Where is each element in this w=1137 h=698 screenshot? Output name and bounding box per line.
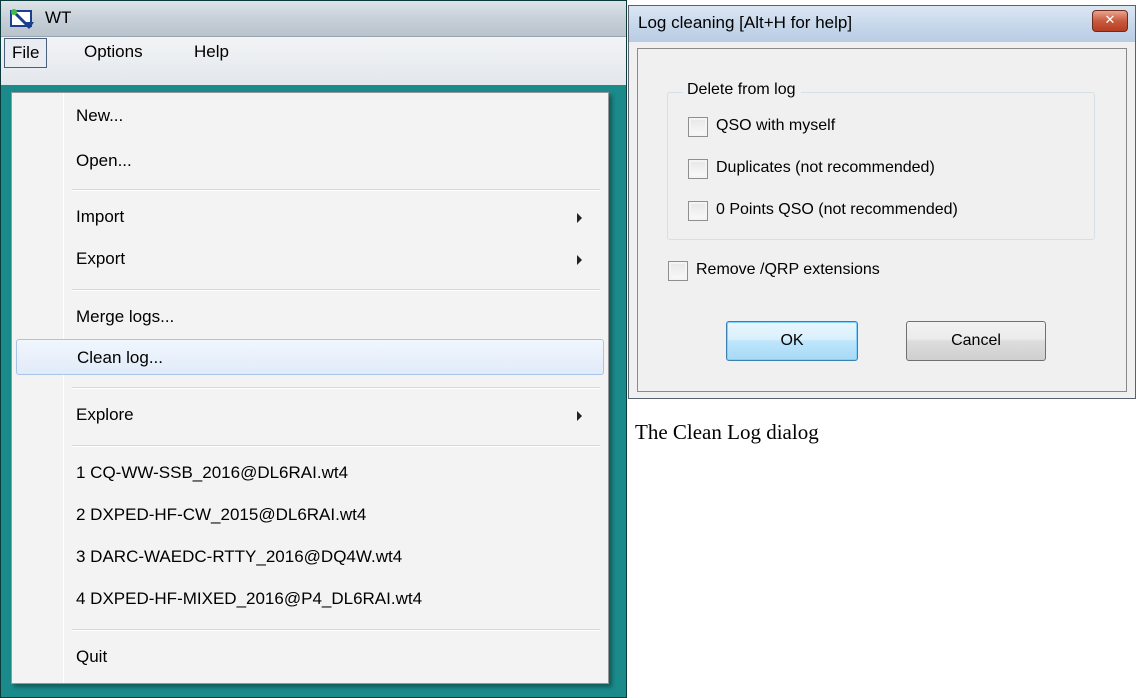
checkbox-label: 0 Points QSO (not recommended)	[716, 201, 958, 218]
menu-item-recent-4[interactable]: 4 DXPED-HF-MIXED_2016@P4_DL6RAI.wt4	[16, 581, 604, 617]
menu-item-recent-1[interactable]: 1 CQ-WW-SSB_2016@DL6RAI.wt4	[16, 455, 604, 491]
menu-item-import[interactable]: Import	[16, 199, 604, 235]
menu-item-clean-log[interactable]: Clean log...	[16, 339, 604, 375]
log-cleaning-dialog: Log cleaning [Alt+H for help] ✕ Delete f…	[628, 5, 1136, 399]
menu-item-label: Merge logs...	[76, 307, 175, 326]
checkbox-icon[interactable]	[688, 159, 708, 179]
menu-item-label: New...	[76, 106, 124, 125]
menu-item-new[interactable]: New...	[16, 98, 604, 134]
menu-item-recent-3[interactable]: 3 DARC-WAEDC-RTTY_2016@DQ4W.wt4	[16, 539, 604, 575]
submenu-arrow-icon	[577, 213, 582, 223]
checkbox-icon[interactable]	[668, 261, 688, 281]
dialog-body: Delete from log QSO with myself Duplicat…	[637, 48, 1127, 392]
menu-file[interactable]: File	[4, 38, 48, 68]
menu-item-label: Quit	[76, 647, 108, 666]
dialog-title: Log cleaning [Alt+H for help]	[638, 13, 853, 32]
main-window: WT File Options Help New... Open... Impo…	[0, 0, 627, 698]
menu-separator	[72, 629, 600, 631]
menu-item-label: 3 DARC-WAEDC-RTTY_2016@DQ4W.wt4	[76, 547, 403, 566]
checkbox-label: Remove /QRP extensions	[696, 261, 880, 278]
app-title: WT	[45, 8, 72, 27]
submenu-arrow-icon	[577, 255, 582, 265]
main-titlebar: WT	[1, 1, 626, 37]
menu-item-merge-logs[interactable]: Merge logs...	[16, 299, 604, 335]
menu-separator	[72, 289, 600, 291]
menu-separator	[72, 189, 600, 191]
checkbox-label: Duplicates (not recommended)	[716, 159, 935, 176]
cancel-button[interactable]: Cancel	[906, 321, 1046, 361]
app-icon	[10, 9, 34, 30]
menu-item-quit[interactable]: Quit	[16, 639, 604, 675]
menubar: File Options Help	[1, 37, 626, 85]
file-menu-dropdown: New... Open... Import Export Merge logs.…	[11, 92, 609, 684]
ok-button[interactable]: OK	[726, 321, 858, 361]
menu-separator	[72, 445, 600, 447]
dialog-titlebar: Log cleaning [Alt+H for help] ✕	[629, 6, 1135, 42]
figure-caption: The Clean Log dialog	[635, 420, 819, 444]
menu-item-label: 2 DXPED-HF-CW_2015@DL6RAI.wt4	[76, 505, 367, 524]
checkbox-icon[interactable]	[688, 201, 708, 221]
menu-item-explore[interactable]: Explore	[16, 397, 604, 433]
menu-help[interactable]: Help	[187, 38, 236, 68]
menu-item-label: Import	[76, 207, 125, 226]
delete-from-log-groupbox: Delete from log QSO with myself Duplicat…	[667, 81, 1095, 240]
menu-item-open[interactable]: Open...	[16, 143, 604, 179]
menu-item-label: Clean log...	[77, 348, 163, 367]
checkbox-label: QSO with myself	[716, 117, 836, 134]
menu-item-label: Open...	[76, 151, 132, 170]
close-icon[interactable]: ✕	[1092, 10, 1128, 32]
checkbox-icon[interactable]	[688, 117, 708, 137]
menu-separator	[72, 387, 600, 389]
menu-item-export[interactable]: Export	[16, 241, 604, 277]
menu-item-label: Export	[76, 249, 126, 268]
menu-item-label: 4 DXPED-HF-MIXED_2016@P4_DL6RAI.wt4	[76, 589, 423, 608]
groupbox-label: Delete from log	[682, 81, 801, 99]
menu-options[interactable]: Options	[77, 38, 150, 68]
submenu-arrow-icon	[577, 411, 582, 421]
menu-item-recent-2[interactable]: 2 DXPED-HF-CW_2015@DL6RAI.wt4	[16, 497, 604, 533]
menu-item-label: 1 CQ-WW-SSB_2016@DL6RAI.wt4	[76, 463, 349, 482]
menu-item-label: Explore	[76, 405, 134, 424]
